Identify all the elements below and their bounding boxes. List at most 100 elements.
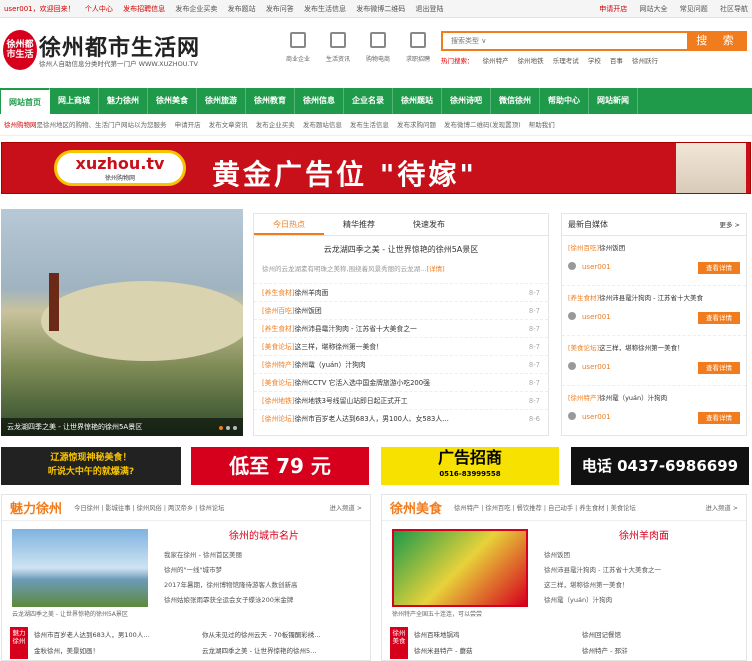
- list-item[interactable]: 我家在徐州 - 徐州首区美丽: [164, 548, 364, 563]
- nav-news[interactable]: 网站新闻: [589, 88, 638, 114]
- ad-banner[interactable]: xuzhou.tv 徐州购物网 黄金广告位 "待嫁": [1, 142, 751, 194]
- media-category[interactable]: [养生食材]: [568, 294, 599, 302]
- shortcut-shop[interactable]: 购物电商: [358, 32, 398, 63]
- section-title[interactable]: 魅力徐州: [10, 498, 62, 517]
- top-link[interactable]: 发布问答: [266, 5, 294, 13]
- top-link[interactable]: 发布微博二维码: [356, 5, 405, 13]
- news-category[interactable]: [徐州论坛]: [262, 415, 295, 423]
- news-category[interactable]: [美食论坛]: [262, 343, 295, 351]
- news-category[interactable]: [美食论坛]: [262, 379, 295, 387]
- media-category[interactable]: [徐州特产]: [568, 394, 599, 402]
- list-item[interactable]: 2017年暑期，徐州博物馆隆待游客人数创新高: [164, 578, 364, 593]
- media-category[interactable]: [徐州百吃]: [568, 244, 599, 252]
- list-item[interactable]: 徐州的"一线"城市梦: [164, 563, 364, 578]
- section-links[interactable]: 今日徐州 | 影城往事 | 徐州风俗 | 两汉帝乡 | 徐州论坛: [74, 503, 330, 512]
- notice-link[interactable]: 申请开店: [175, 121, 201, 129]
- site-directory-link[interactable]: 网站大全: [640, 5, 668, 13]
- list-item[interactable]: 徐州姑娘张雨霏获全运会女子蝶泳200米金牌: [164, 593, 364, 608]
- top-link[interactable]: 发布企业买卖: [175, 5, 217, 13]
- hot-keyword[interactable]: 徐州特产: [483, 57, 509, 65]
- view-details-button[interactable]: 查看详情: [698, 312, 740, 324]
- top-link[interactable]: 发布生活信息: [304, 5, 346, 13]
- hot-keyword[interactable]: 学校: [588, 57, 601, 65]
- shortcut-jobs[interactable]: 求职招聘: [398, 32, 438, 63]
- user-greeting[interactable]: user001，欢迎回来！: [4, 5, 75, 13]
- list-item[interactable]: 徐州鼋（yuán）汁狗肉: [544, 593, 744, 608]
- news-item[interactable]: [养生食材]徐州羊肉面 8-7: [254, 283, 548, 301]
- top-link[interactable]: 发布题站: [228, 5, 256, 13]
- notice-link[interactable]: 发布企业买卖: [256, 121, 295, 129]
- image-caption[interactable]: 徐州特产全国五十连连，可以尝尝: [392, 609, 482, 618]
- hot-keyword[interactable]: 徐州地铁: [518, 57, 544, 65]
- nav-wechat[interactable]: 微信徐州: [491, 88, 540, 114]
- news-item[interactable]: [养生食材]徐州沛县鼋汁狗肉 - 江苏省十大美食之一 8-7: [254, 319, 548, 337]
- list-item[interactable]: 徐州百味地锅鸡: [414, 627, 574, 643]
- media-title[interactable]: 徐州饭团: [599, 244, 625, 252]
- news-headline[interactable]: 云龙湖四季之美 - 让世界惊艳的徐州5A景区: [254, 244, 548, 255]
- ad-mystery-food[interactable]: 辽源惊现神秘美食！ 听说大中午的就爆满?: [1, 447, 181, 485]
- news-category[interactable]: [徐州百吃]: [262, 307, 295, 315]
- section-headline[interactable]: 徐州羊肉面: [544, 527, 744, 542]
- list-item[interactable]: 金秋徐州，美景如画！: [34, 643, 194, 659]
- media-user[interactable]: user001: [568, 312, 611, 321]
- tab-hot-today[interactable]: 今日热点: [254, 214, 324, 235]
- news-title[interactable]: 徐州饭团: [295, 307, 322, 315]
- ad-low-price[interactable]: 低至 79 元: [191, 447, 369, 485]
- slide-dot[interactable]: [226, 426, 230, 430]
- open-shop-link[interactable]: 申请开店: [599, 5, 627, 13]
- enter-channel-link[interactable]: 进入频道 >: [706, 503, 738, 512]
- shortcut-life[interactable]: 生活资讯: [318, 32, 358, 63]
- news-category[interactable]: [养生食材]: [262, 289, 295, 297]
- tab-recommended[interactable]: 精华推荐: [324, 214, 394, 235]
- slide-dot[interactable]: [219, 426, 223, 430]
- notice-link[interactable]: 发布微博二维码(发现置顶): [444, 121, 521, 129]
- list-item[interactable]: 徐州特产 - 邳浒: [582, 643, 742, 659]
- community-nav-link[interactable]: 社区导航: [720, 5, 748, 13]
- nav-mall[interactable]: 网上商城: [50, 88, 99, 114]
- ad-phone[interactable]: 电话 0437-6986699: [571, 447, 749, 485]
- notice-link[interactable]: 发布题站信息: [303, 121, 342, 129]
- news-title[interactable]: 徐州沛县鼋汁狗肉 - 江苏省十大美食之一: [295, 325, 417, 333]
- site-logo[interactable]: 徐州都市生活 徐州都市生活网 徐州人自助信息分类时代第一门户 WWW.XUZHO…: [3, 24, 223, 76]
- notice-link[interactable]: 发布文章资讯: [209, 121, 248, 129]
- notice-link[interactable]: 发布生活信息: [350, 121, 389, 129]
- section-links[interactable]: 徐州特产 | 徐州百吃 | 餐饮推荐 | 自己动手 | 养生食材 | 美食论坛: [454, 503, 706, 512]
- feature-slideshow[interactable]: 云龙湖四季之美 - 让世界惊艳的徐州5A景区: [1, 209, 243, 436]
- news-title[interactable]: 徐州鼋（yuán）汁狗肉: [295, 361, 366, 369]
- nav-companies[interactable]: 企业名录: [344, 88, 393, 114]
- section-title[interactable]: 徐州美食: [390, 498, 442, 517]
- slide-dot[interactable]: [233, 426, 237, 430]
- nav-home[interactable]: 网站首页: [1, 88, 50, 114]
- media-user[interactable]: user001: [568, 262, 611, 271]
- news-title[interactable]: 徐州市百岁老人达到683人，男100人、女583人…: [295, 415, 449, 423]
- news-title[interactable]: 徐州地铁3号线留山站即日起正式开工: [295, 397, 408, 405]
- nav-travel[interactable]: 徐州旅游: [197, 88, 246, 114]
- news-item[interactable]: [美食论坛]徐州CCTV 它活入选中国金牌旅游小吃200强 8-7: [254, 373, 548, 391]
- section-headline[interactable]: 徐州的城市名片: [164, 527, 364, 542]
- nav-food[interactable]: 徐州美食: [148, 88, 197, 114]
- media-user[interactable]: user001: [568, 412, 611, 421]
- news-title[interactable]: 这三样，堪称徐州第一美食！: [295, 343, 383, 351]
- list-item[interactable]: 云龙湖四季之美 - 让世界惊艳的徐州5…: [202, 643, 364, 659]
- hot-keyword[interactable]: 百事: [610, 57, 623, 65]
- image-caption[interactable]: 云龙湖四季之美 - 让世界惊艳的徐州5A景区: [12, 609, 128, 618]
- news-title[interactable]: 徐州CCTV 它活入选中国金牌旅游小吃200强: [295, 379, 430, 387]
- news-category[interactable]: [养生食材]: [262, 325, 295, 333]
- news-title[interactable]: 徐州羊肉面: [295, 289, 329, 297]
- news-item[interactable]: [徐州论坛]徐州市百岁老人达到683人，男100人、女583人… 8-6: [254, 409, 548, 427]
- nav-education[interactable]: 徐州教育: [246, 88, 295, 114]
- news-item[interactable]: [徐州百吃]徐州饭团 8-7: [254, 301, 548, 319]
- nav-info[interactable]: 徐州信息: [295, 88, 344, 114]
- local-products-image[interactable]: [392, 529, 528, 607]
- news-category[interactable]: [徐州特产]: [262, 361, 295, 369]
- list-item[interactable]: 徐州回记餐馆: [582, 627, 742, 643]
- list-item[interactable]: 徐州市百岁老人达到683人，男100人…: [34, 627, 194, 643]
- city-skyline-image[interactable]: [12, 529, 148, 607]
- nav-poetry[interactable]: 徐州诗吧: [442, 88, 491, 114]
- media-title[interactable]: 这三样，堪称徐州第一美食！: [599, 344, 684, 352]
- news-item[interactable]: [徐州地铁]徐州地铁3号线留山站即日起正式开工 8-7: [254, 391, 548, 409]
- post-job-link[interactable]: 发布招聘信息: [123, 5, 165, 13]
- logout-link[interactable]: 退出登陆: [416, 5, 444, 13]
- list-item[interactable]: 你从未见过的徐州云天 - 70板镯酮彩绣…: [202, 627, 364, 643]
- notice-link[interactable]: 帮助我们: [529, 121, 555, 129]
